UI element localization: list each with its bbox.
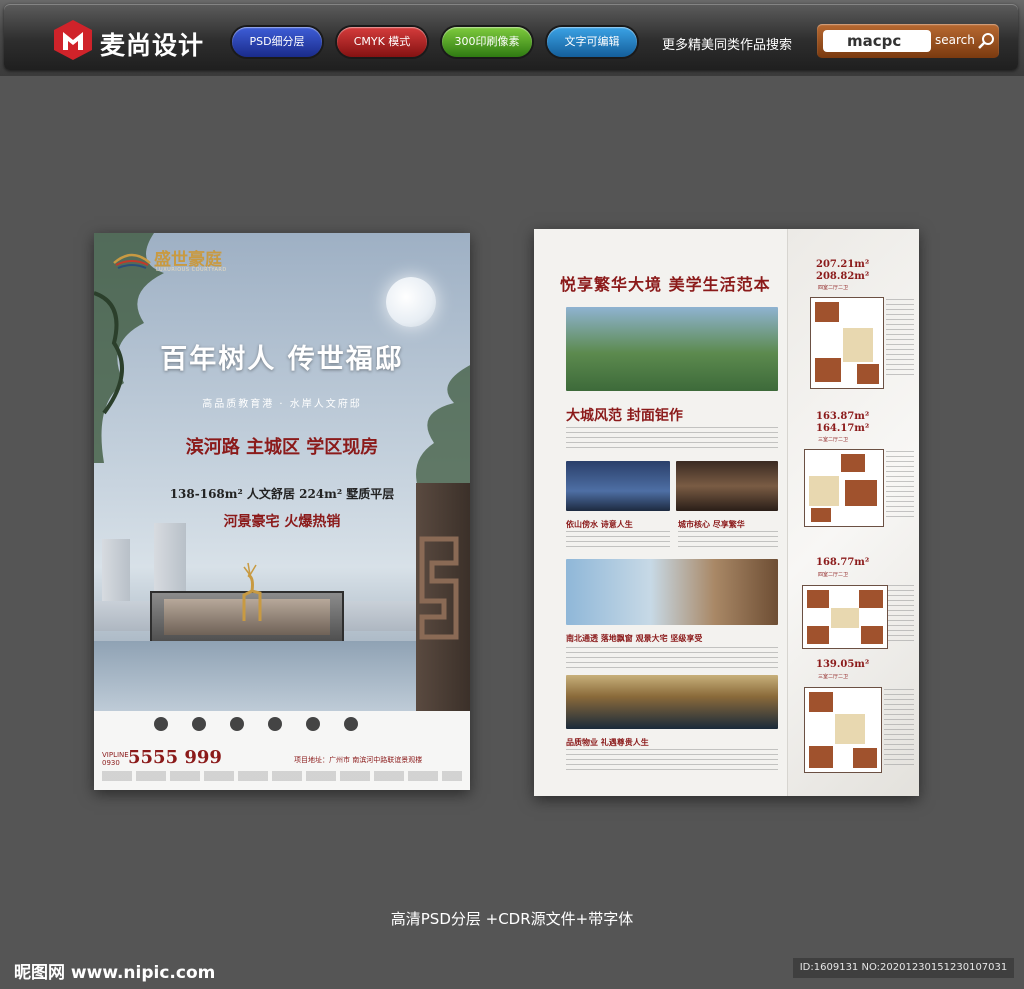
unit-area: 168.77m²: [816, 557, 870, 568]
plan-room: [809, 476, 839, 506]
floor-plan: [810, 297, 884, 389]
back-title: 悦享繁华大境 美学生活范本: [560, 275, 771, 294]
interior-photo: [676, 461, 778, 511]
image-id: ID:1609131 NO:20201230151230107031: [793, 958, 1014, 978]
promo-line: 河景豪宅 火爆热销: [223, 514, 341, 530]
unit-layout: 四室二厅二卫: [818, 572, 849, 578]
plan-room: [859, 590, 883, 608]
headline: 百年树人 传世福邸: [160, 344, 404, 375]
plan-notes: [886, 299, 914, 379]
feature-heading-b: 城市核心 尽享繁华: [678, 519, 745, 529]
plan-notes: [884, 689, 914, 769]
plan-room: [815, 358, 841, 382]
back-poster: 悦享繁华大境 美学生活范本 大城风范 封面钜作 依山傍水 诗意人生 城市核心 尽…: [534, 229, 919, 796]
paragraph: [678, 531, 778, 551]
floor-plan: [804, 687, 882, 773]
search-icon[interactable]: [977, 32, 995, 50]
feature-heading-a: 依山傍水 诗意人生: [566, 519, 633, 529]
search-box: search: [817, 24, 999, 58]
unit-area: 208.82m²: [816, 271, 870, 282]
paragraph: [566, 647, 778, 671]
plan-room: [857, 364, 879, 384]
feature-heading-d: 品质物业 礼遇尊贵人生: [566, 737, 649, 747]
brand-name: 麦尚设计: [100, 31, 205, 60]
floor-plan: [804, 449, 884, 527]
plan-room: [835, 714, 865, 744]
brand-logo-icon: [54, 20, 92, 60]
paragraph: [566, 531, 670, 551]
feature-icon: [230, 717, 244, 731]
moon: [386, 277, 436, 327]
plan-room: [807, 626, 829, 644]
deer-sculpture: [242, 562, 262, 621]
paragraph: [566, 749, 778, 773]
search-button[interactable]: search: [935, 33, 975, 47]
area-line: 138-168m² 人文舒居 224m² 墅质平层: [169, 487, 395, 501]
caption: 高清PSD分层 +CDR源文件+带字体: [390, 910, 634, 928]
pool-photo: [566, 461, 670, 511]
plan-room: [811, 508, 831, 522]
plan-room: [807, 590, 829, 608]
floor-plan-column: 207.21m² 208.82m² 四室二厅二卫 163.87m² 164.17…: [788, 229, 919, 796]
reflecting-pool: [94, 641, 470, 721]
feature-icon: [306, 717, 320, 731]
hotline-label: VIPLINE 0930: [102, 751, 129, 767]
plan-room: [841, 454, 865, 472]
plan-room: [853, 748, 877, 768]
fine-print: [102, 771, 462, 781]
badge-300dpi[interactable]: 300印刷像素: [442, 27, 532, 57]
plan-room: [831, 608, 859, 628]
top-banner-panel: 麦尚设计 PSD细分层 CMYK 模式 300印刷像素 文字可编辑 更多精美同类…: [4, 4, 1018, 70]
search-tagline: 更多精美同类作品搜索: [662, 38, 793, 53]
feature-icon: [344, 717, 358, 731]
plan-room: [845, 480, 877, 506]
sunset-pool-photo: [566, 675, 778, 729]
site-watermark[interactable]: 昵图网 www.nipic.com: [14, 958, 215, 983]
front-poster: 盛世豪庭 LUXURIOUS COURTYARD 百年树人 传世福邸 高品质教育…: [94, 233, 470, 790]
top-banner: 麦尚设计 PSD细分层 CMYK 模式 300印刷像素 文字可编辑 更多精美同类…: [0, 0, 1024, 76]
floor-plan: [802, 585, 888, 649]
hotline-number: 5555 999: [128, 747, 222, 768]
unit-layout: 三室二厅二卫: [818, 674, 849, 680]
project-name-en: LUXURIOUS COURTYARD: [156, 267, 227, 273]
unit-area: 207.21m²: [816, 259, 870, 270]
plan-notes: [888, 585, 914, 645]
section-heading: 大城风范 封面钜作: [566, 408, 683, 424]
unit-layout: 三室二厅二卫: [818, 437, 849, 443]
feature-heading-c: 南北通透 落地飘窗 观景大宅 坚级享受: [566, 633, 703, 643]
unit-area: 164.17m²: [816, 423, 870, 434]
badge-cmyk[interactable]: CMYK 模式: [337, 27, 427, 57]
poster-footer: VIPLINE 0930 5555 999 项目地址：广州市 南滨河中路联谊景观…: [94, 711, 470, 790]
search-input[interactable]: [823, 30, 931, 52]
project-logo-icon: [113, 253, 151, 269]
feature-icon: [192, 717, 206, 731]
unit-area: 163.87m²: [816, 411, 870, 422]
aerial-photo: [566, 307, 778, 391]
plan-room: [809, 746, 833, 768]
plan-room: [861, 626, 883, 644]
plan-notes: [886, 451, 914, 521]
unit-area: 139.05m²: [816, 659, 870, 670]
paragraph: [566, 427, 778, 451]
unit-layout: 四室二厅二卫: [818, 285, 849, 291]
feature-icons: [154, 717, 358, 731]
plan-room: [809, 692, 833, 712]
feature-icon: [268, 717, 282, 731]
badge-editable-text[interactable]: 文字可编辑: [547, 27, 637, 57]
plan-room: [815, 302, 839, 322]
project-address: 项目地址：广州市 南滨河中路联谊景观楼: [294, 756, 423, 764]
location-line: 滨河路 主城区 学区现房: [185, 437, 379, 458]
garden-photo: [566, 559, 778, 625]
subheadline: 高品质教育港 · 水岸人文府邸: [202, 399, 362, 410]
seal-glyph: [419, 536, 459, 640]
badge-psd-layers[interactable]: PSD细分层: [232, 27, 322, 57]
plan-room: [843, 328, 873, 362]
feature-icon: [154, 717, 168, 731]
